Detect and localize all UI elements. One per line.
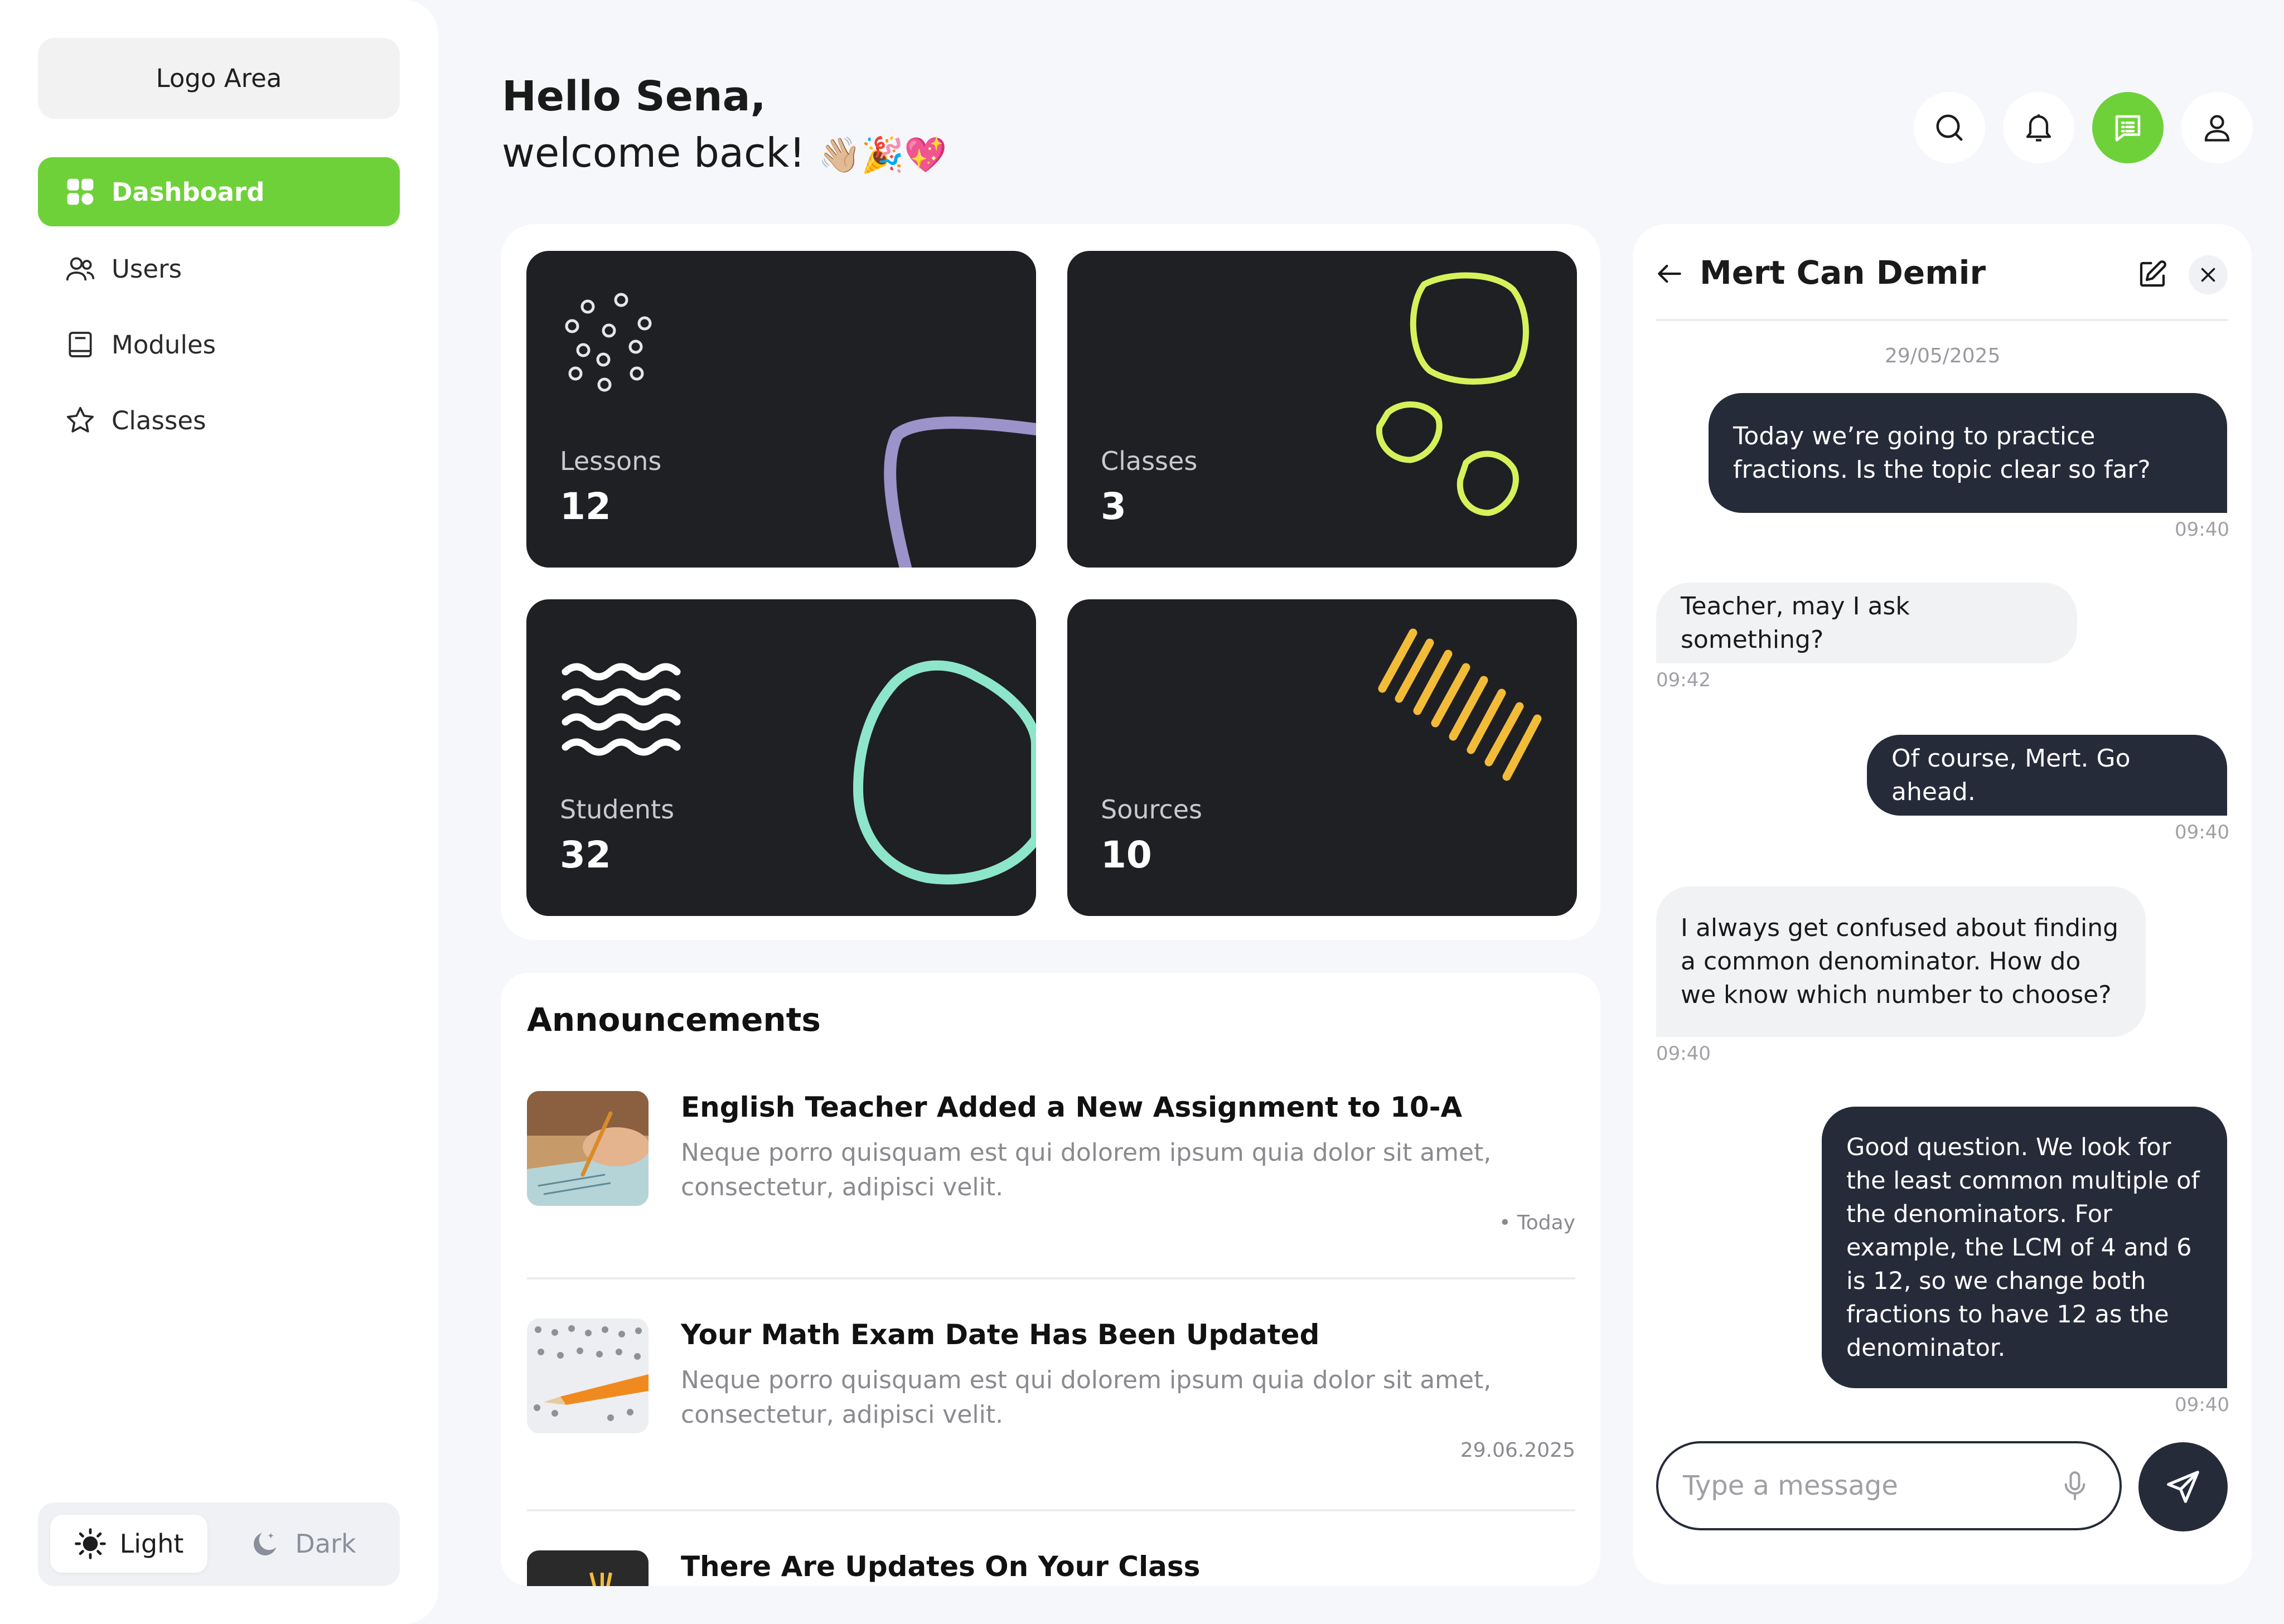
announcement-thumbnail: [527, 1091, 649, 1206]
message-time: 09:40: [2175, 821, 2229, 843]
sidebar-item-dashboard[interactable]: Dashboard: [38, 157, 400, 226]
stat-value: 12: [560, 485, 611, 528]
greeting-title: Hello Sena,: [502, 72, 766, 120]
announcement-item[interactable]: There Are Updates On Your Class: [527, 1550, 1575, 1586]
message-icon: [2115, 115, 2141, 142]
announcement-title: There Are Updates On Your Class: [681, 1550, 1201, 1583]
chat-message-sent: Today we’re going to practice fractions.…: [1709, 393, 2227, 513]
sun-icon: [74, 1528, 106, 1559]
sidebar-item-label: Modules: [112, 329, 216, 360]
theme-dark-button[interactable]: Dark: [228, 1515, 378, 1573]
stat-label: Students: [560, 794, 675, 825]
stat-label: Lessons: [560, 446, 662, 476]
divider: [1656, 319, 2228, 321]
announcement-thumbnail: [527, 1318, 649, 1433]
sidebar-item-modules[interactable]: Modules: [38, 310, 400, 379]
message-time: 09:42: [1656, 669, 1711, 691]
message-time: 09:40: [2175, 1394, 2229, 1416]
book-icon: [69, 332, 92, 357]
chat-date: 29/05/2025: [1885, 345, 2001, 367]
notifications-button[interactable]: [2003, 92, 2074, 163]
sidebar-item-label: Classes: [112, 405, 206, 435]
chat-message-sent: Good question. We look for the least com…: [1822, 1107, 2227, 1388]
stat-card-students[interactable]: Students 32: [526, 599, 1036, 916]
theme-switcher: Light Dark: [38, 1502, 400, 1586]
users-icon: [66, 257, 95, 281]
edit-button[interactable]: [2136, 258, 2169, 291]
chat-contact-name: Mert Can Demir: [1700, 254, 1986, 292]
announcements-panel: Announcements English Teacher Added a Ne…: [501, 973, 1600, 1586]
divider: [527, 1277, 1575, 1279]
back-button[interactable]: [1654, 258, 1685, 289]
divider: [527, 1509, 1575, 1511]
announcement-title: English Teacher Added a New Assignment t…: [681, 1091, 1463, 1123]
welcome-emoji: 👋🏼🎉💖: [818, 134, 947, 175]
message-input-placeholder: Type a message: [1683, 1470, 1898, 1501]
message-time: 09:40: [1656, 1043, 1711, 1065]
search-button[interactable]: [1914, 92, 1985, 163]
message-text: Good question. We look for the least com…: [1846, 1133, 2200, 1362]
sidebar-item-classes[interactable]: Classes: [38, 386, 400, 455]
close-button[interactable]: [2189, 255, 2228, 294]
announcements-title: Announcements: [527, 1001, 821, 1039]
announcement-item[interactable]: Your Math Exam Date Has Been Updated Neq…: [527, 1318, 1575, 1463]
bell-icon: [2026, 114, 2051, 142]
sidebar-item-label: Dashboard: [112, 177, 265, 207]
moon-icon: [254, 1533, 277, 1555]
message-text: Of course, Mert. Go ahead.: [1891, 744, 2131, 806]
stat-value: 10: [1101, 833, 1152, 876]
message-time: 09:40: [2175, 518, 2229, 541]
logo-area[interactable]: Logo Area: [38, 38, 400, 119]
announcement-thumbnail: [527, 1550, 649, 1586]
stat-label: Sources: [1101, 794, 1202, 825]
announcement-desc: Neque porro quisquam est qui dolorem ips…: [681, 1366, 1492, 1429]
send-button[interactable]: [2138, 1442, 2228, 1531]
star-icon: [66, 406, 94, 433]
user-icon: [2204, 115, 2230, 142]
profile-button[interactable]: [2181, 92, 2253, 163]
sidebar-item-users[interactable]: Users: [38, 234, 400, 303]
stat-card-classes[interactable]: Classes 3: [1067, 251, 1577, 568]
message-text: Teacher, may I ask something?: [1681, 592, 1910, 654]
sidebar-item-label: Users: [112, 254, 182, 284]
stat-card-lessons[interactable]: Lessons 12: [526, 251, 1036, 568]
search-icon: [1936, 114, 1963, 141]
stat-card-sources[interactable]: Sources 10: [1067, 599, 1577, 916]
message-text: Today we’re going to practice fractions.…: [1733, 421, 2151, 484]
close-icon: [2201, 268, 2215, 282]
grid-icon: [67, 178, 94, 205]
chat-message-received: I always get confused about finding a co…: [1656, 886, 2146, 1037]
message-input[interactable]: Type a message: [1656, 1441, 2122, 1530]
chat-message-received: Teacher, may I ask something?: [1656, 583, 2077, 663]
theme-light-label: Light: [119, 1529, 184, 1559]
messages-button[interactable]: [2092, 92, 2164, 163]
theme-dark-label: Dark: [295, 1529, 356, 1559]
announcement-desc: Neque porro quisquam est qui dolorem ips…: [681, 1138, 1492, 1201]
message-text: I always get confused about finding a co…: [1681, 914, 2119, 1009]
edit-icon: [2140, 260, 2166, 287]
microphone-icon[interactable]: [2058, 1469, 2092, 1502]
send-icon: [2167, 1471, 2199, 1503]
announcement-date: • Today: [1499, 1211, 1575, 1234]
announcement-title: Your Math Exam Date Has Been Updated: [681, 1318, 1320, 1351]
announcement-item[interactable]: English Teacher Added a New Assignment t…: [527, 1091, 1575, 1236]
theme-light-button[interactable]: Light: [50, 1515, 207, 1573]
stat-label: Classes: [1101, 446, 1198, 476]
arrow-left-icon: [1658, 264, 1681, 283]
circles-pattern-icon: [1376, 272, 1529, 516]
stat-value: 3: [1101, 485, 1126, 528]
announcement-date: 29.06.2025: [1460, 1439, 1575, 1462]
chat-message-sent: Of course, Mert. Go ahead.: [1867, 735, 2227, 816]
welcome-subtitle: welcome back! 👋🏼🎉💖: [502, 129, 947, 176]
stat-value: 32: [560, 833, 611, 876]
welcome-text: welcome back!: [502, 129, 806, 176]
